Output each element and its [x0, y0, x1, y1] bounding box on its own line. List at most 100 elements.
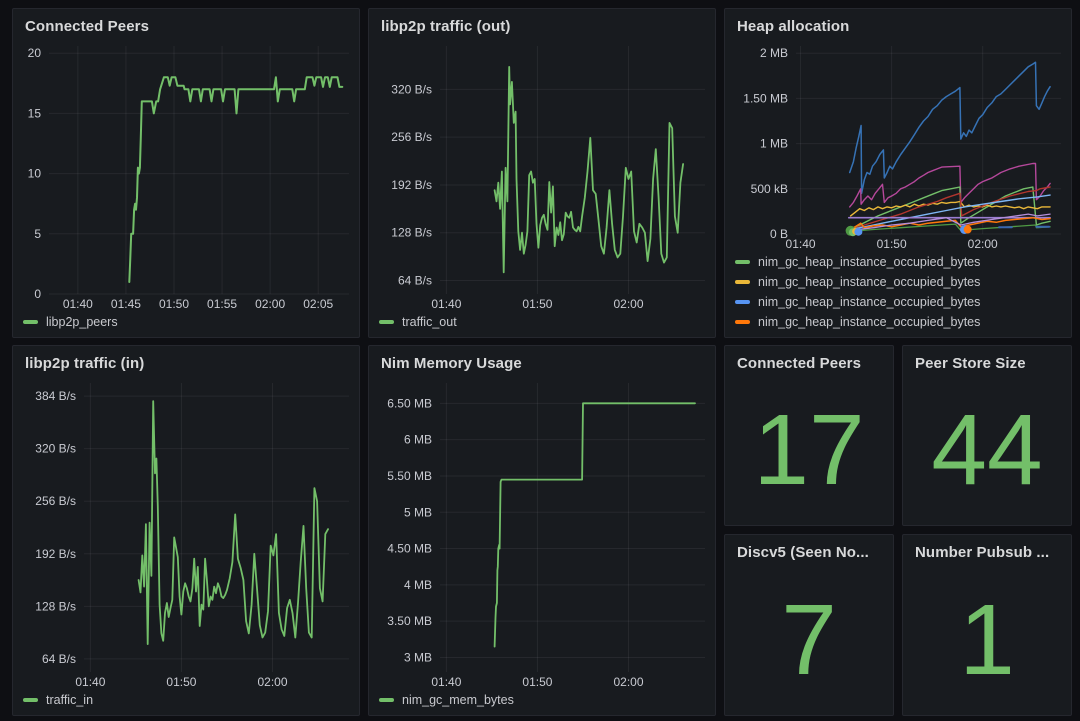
- svg-text:2 MB: 2 MB: [760, 46, 788, 60]
- stat-value-wrap: 44: [903, 375, 1071, 525]
- svg-text:256 B/s: 256 B/s: [35, 494, 76, 508]
- svg-text:01:50: 01:50: [166, 675, 196, 689]
- legend-label: traffic_out: [402, 315, 457, 329]
- svg-text:5: 5: [34, 227, 41, 241]
- svg-text:01:45: 01:45: [111, 297, 141, 311]
- stat-value-connected-peers: 17: [753, 400, 864, 500]
- legend-label: nim_gc_mem_bytes: [402, 693, 514, 707]
- x-axis: 01:40 01:50 02:00: [431, 383, 643, 689]
- series-line: [850, 62, 1050, 193]
- panel-title[interactable]: Connected Peers: [13, 9, 359, 38]
- panel-title[interactable]: Nim Memory Usage: [369, 346, 715, 375]
- stat-value-discv5: 7: [781, 590, 837, 690]
- legend-label: traffic_in: [46, 693, 93, 707]
- svg-text:64 B/s: 64 B/s: [42, 652, 76, 666]
- connected-peers-chart[interactable]: 0510152001:4001:4501:5001:5502:0002:05: [19, 38, 353, 312]
- legend-item[interactable]: nim_gc_heap_instance_occupied_bytes: [735, 315, 1061, 329]
- stat-value-wrap: 1: [903, 564, 1071, 715]
- panel-heap-allocation: Heap allocation 0 B500 kB1 MB1.50 MB2 MB…: [724, 8, 1072, 338]
- panel-title[interactable]: Number Pubsub ...: [903, 535, 1071, 564]
- grafana-dashboard: Connected Peers 0510152001:4001:4501:500…: [0, 0, 1080, 721]
- panel-title[interactable]: Heap allocation: [725, 9, 1071, 38]
- svg-text:01:40: 01:40: [63, 297, 93, 311]
- chart-canvas: 0 B500 kB1 MB1.50 MB2 MB01:4001:5002:00: [731, 38, 1065, 252]
- series-point: [854, 228, 862, 236]
- series-line: [139, 401, 329, 644]
- chart-canvas: 3 MB3.50 MB4 MB4.50 MB5 MB5.50 MB6 MB6.5…: [375, 375, 709, 690]
- svg-text:02:05: 02:05: [303, 297, 333, 311]
- series-line: [851, 202, 1051, 216]
- svg-text:02:00: 02:00: [255, 297, 285, 311]
- legend-item[interactable]: traffic_in: [23, 693, 349, 707]
- series-line: [129, 77, 342, 282]
- svg-text:1.50 MB: 1.50 MB: [743, 91, 788, 105]
- legend-label: nim_gc_heap_instance_occupied_bytes: [758, 295, 980, 309]
- series-line: [495, 67, 683, 272]
- svg-text:64 B/s: 64 B/s: [398, 274, 432, 288]
- panel-title[interactable]: libp2p traffic (out): [369, 9, 715, 38]
- svg-text:02:00: 02:00: [257, 675, 287, 689]
- y-axis: 0 B500 kB1 MB1.50 MB2 MB: [743, 46, 1061, 241]
- traffic-in-chart[interactable]: 64 B/s128 B/s192 B/s256 B/s320 B/s384 B/…: [19, 375, 353, 690]
- svg-text:320 B/s: 320 B/s: [35, 442, 76, 456]
- svg-text:6 MB: 6 MB: [404, 433, 432, 447]
- x-axis: 01:4001:4501:5001:5502:0002:05: [63, 46, 334, 311]
- series-color-dash: [379, 698, 394, 702]
- panel-stat-connected-peers: Connected Peers 17: [724, 345, 894, 526]
- legend: nim_gc_mem_bytes: [369, 690, 715, 715]
- legend-item[interactable]: nim_gc_heap_instance_occupied_bytes: [735, 255, 1061, 269]
- svg-text:02:00: 02:00: [613, 675, 643, 689]
- svg-text:15: 15: [28, 106, 42, 120]
- svg-text:01:40: 01:40: [75, 675, 105, 689]
- svg-text:4 MB: 4 MB: [404, 578, 432, 592]
- svg-text:01:50: 01:50: [522, 297, 552, 311]
- y-axis: 64 B/s128 B/s192 B/s256 B/s320 B/s384 B/…: [35, 389, 349, 666]
- svg-text:10: 10: [28, 167, 42, 181]
- svg-text:02:00: 02:00: [968, 237, 998, 251]
- legend-label: nim_gc_heap_instance_occupied_bytes: [758, 315, 980, 329]
- nim-memory-chart[interactable]: 3 MB3.50 MB4 MB4.50 MB5 MB5.50 MB6 MB6.5…: [375, 375, 709, 690]
- svg-text:192 B/s: 192 B/s: [391, 178, 432, 192]
- panel-stat-peer-store-size: Peer Store Size 44: [902, 345, 1072, 526]
- heap-allocation-chart[interactable]: 0 B500 kB1 MB1.50 MB2 MB01:4001:5002:00: [731, 38, 1065, 252]
- chart-canvas: 64 B/s128 B/s192 B/s256 B/s320 B/s01:400…: [375, 38, 709, 312]
- svg-text:01:55: 01:55: [207, 297, 237, 311]
- panel-title[interactable]: Connected Peers: [725, 346, 893, 375]
- svg-text:01:50: 01:50: [877, 237, 907, 251]
- svg-text:01:40: 01:40: [431, 675, 461, 689]
- svg-text:3.50 MB: 3.50 MB: [387, 614, 432, 628]
- panel-libp2p-traffic-out: libp2p traffic (out) 64 B/s128 B/s192 B/…: [368, 8, 716, 338]
- panel-connected-peers-graph: Connected Peers 0510152001:4001:4501:500…: [12, 8, 360, 338]
- legend-item[interactable]: nim_gc_heap_instance_occupied_bytes: [735, 275, 1061, 289]
- svg-text:01:50: 01:50: [522, 675, 552, 689]
- legend: traffic_in: [13, 690, 359, 715]
- svg-text:02:00: 02:00: [613, 297, 643, 311]
- panel-title[interactable]: Peer Store Size: [903, 346, 1071, 375]
- legend: libp2p_peers: [13, 312, 359, 337]
- legend: traffic_out: [369, 312, 715, 337]
- svg-text:1 MB: 1 MB: [760, 137, 788, 151]
- series-color-dash: [735, 320, 750, 324]
- legend-item[interactable]: nim_gc_heap_instance_occupied_bytes: [735, 295, 1061, 309]
- svg-text:5 MB: 5 MB: [404, 505, 432, 519]
- svg-text:6.50 MB: 6.50 MB: [387, 396, 432, 410]
- panel-stat-discv5-seen-nodes: Discv5 (Seen No... 7: [724, 534, 894, 716]
- series-line: [850, 164, 1050, 207]
- svg-text:0: 0: [34, 287, 41, 301]
- legend-label: nim_gc_heap_instance_occupied_bytes: [758, 275, 980, 289]
- stat-value-wrap: 7: [725, 564, 893, 715]
- chart-canvas: 64 B/s128 B/s192 B/s256 B/s320 B/s384 B/…: [19, 375, 353, 690]
- legend-item[interactable]: nim_gc_mem_bytes: [379, 693, 705, 707]
- legend-label: nim_gc_heap_instance_occupied_bytes: [758, 255, 980, 269]
- traffic-out-chart[interactable]: 64 B/s128 B/s192 B/s256 B/s320 B/s01:400…: [375, 38, 709, 312]
- panel-libp2p-traffic-in: libp2p traffic (in) 64 B/s128 B/s192 B/s…: [12, 345, 360, 716]
- legend-item[interactable]: libp2p_peers: [23, 315, 349, 329]
- svg-text:20: 20: [28, 46, 42, 60]
- panel-title[interactable]: libp2p traffic (in): [13, 346, 359, 375]
- stat-value-peer-store-size: 44: [931, 400, 1042, 500]
- legend: nim_gc_heap_instance_occupied_bytes nim_g…: [725, 252, 1071, 337]
- legend-item[interactable]: traffic_out: [379, 315, 705, 329]
- panel-title[interactable]: Discv5 (Seen No...: [725, 535, 893, 564]
- panel-stat-pubsub-topics: Number Pubsub ... 1: [902, 534, 1072, 716]
- stat-value-pubsub: 1: [959, 590, 1015, 690]
